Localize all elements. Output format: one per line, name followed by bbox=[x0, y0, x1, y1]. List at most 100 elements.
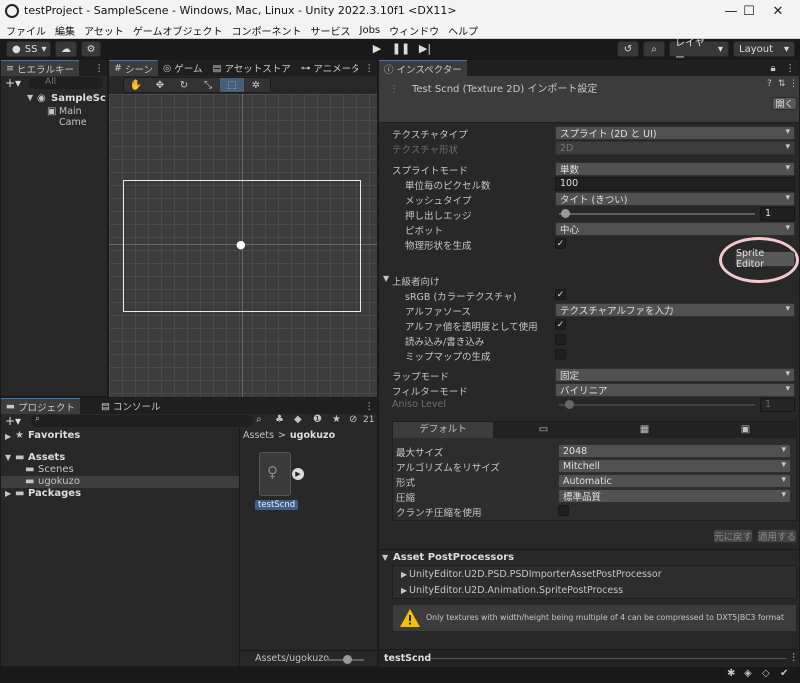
create-button[interactable]: +▾ bbox=[5, 414, 21, 428]
preview-drag-handle[interactable] bbox=[431, 658, 787, 659]
postprocessors-header[interactable]: Asset PostProcessors bbox=[393, 552, 514, 563]
revert-button[interactable]: 元に戻す bbox=[713, 529, 753, 543]
tab-inspector[interactable]: ⓘ インスペクター bbox=[379, 60, 467, 76]
panel-menu-icon[interactable]: ⋮ bbox=[789, 652, 799, 663]
crunch-compression-checkbox[interactable] bbox=[558, 505, 569, 516]
panel-menu-icon[interactable]: ⋮ bbox=[95, 63, 108, 74]
step-button[interactable]: ▶| bbox=[414, 40, 436, 57]
menu-edit[interactable]: 編集 bbox=[55, 23, 75, 38]
search-button[interactable]: ⌕ bbox=[643, 41, 665, 57]
close-button[interactable]: ✕ bbox=[755, 0, 800, 22]
cloud-button[interactable]: ☁ bbox=[55, 41, 77, 57]
transform-tool-icon[interactable]: ✲ bbox=[244, 78, 268, 92]
alpha-source-dropdown[interactable]: テクスチャアルファを入力 bbox=[555, 303, 795, 317]
compression-dropdown[interactable]: 標準品質 bbox=[558, 489, 791, 503]
lock-icon[interactable]: 🔒︎ bbox=[770, 63, 785, 74]
menu-jobs[interactable]: Jobs bbox=[360, 25, 381, 36]
mesh-type-dropdown[interactable]: タイト (きつい) bbox=[555, 192, 795, 206]
pause-button[interactable]: ❚❚ bbox=[390, 40, 412, 57]
tab-hierarchy[interactable]: ≡ ヒエラルキー bbox=[1, 60, 79, 76]
performance-icon[interactable]: ◈ bbox=[744, 668, 752, 679]
pivot-dropdown[interactable]: 中心 bbox=[555, 222, 795, 236]
add-button[interactable]: +▾ bbox=[5, 76, 21, 90]
read-write-checkbox[interactable] bbox=[555, 334, 566, 345]
presets-icon[interactable]: ⇅ bbox=[778, 79, 786, 89]
history-button[interactable]: ↺ bbox=[617, 41, 639, 57]
expand-sprite-button[interactable]: ▶ bbox=[292, 468, 304, 480]
project-search-input[interactable]: ⌕ bbox=[31, 414, 253, 427]
menu-help[interactable]: ヘルプ bbox=[448, 23, 478, 38]
format-dropdown[interactable]: Automatic bbox=[558, 474, 791, 488]
menu-services[interactable]: サービス bbox=[311, 23, 351, 38]
hierarchy-search-input[interactable]: All bbox=[29, 77, 103, 89]
expand-arrow-icon[interactable]: ▼ bbox=[382, 553, 388, 562]
menu-file[interactable]: ファイル bbox=[6, 23, 46, 38]
extrude-slider-knob[interactable] bbox=[561, 209, 570, 218]
resize-algorithm-dropdown[interactable]: Mitchell bbox=[558, 459, 791, 473]
hand-tool-icon[interactable]: ✋ bbox=[124, 78, 148, 92]
rect-tool-icon[interactable]: ⬚ bbox=[220, 78, 244, 92]
tab-scene[interactable]: # シーン bbox=[109, 60, 158, 76]
menu-gameobject[interactable]: ゲームオブジェクト bbox=[133, 23, 223, 38]
postprocessor-item[interactable]: UnityEditor.U2D.Animation.SpritePostProc… bbox=[409, 585, 623, 596]
tab-game[interactable]: ◎ ゲーム bbox=[158, 60, 208, 76]
check-icon[interactable]: ✔ bbox=[780, 668, 788, 679]
account-dropdown[interactable]: ● SS ▾ bbox=[6, 41, 51, 57]
asset-thumbnail[interactable]: ♀ bbox=[259, 452, 291, 496]
menu-component[interactable]: コンポーネント bbox=[232, 23, 302, 38]
tab-project[interactable]: ▬ プロジェクト bbox=[1, 398, 80, 414]
play-button[interactable]: ▶ bbox=[366, 40, 388, 57]
camera-gizmo-icon[interactable]: ● bbox=[236, 238, 246, 251]
pixels-per-unit-input[interactable]: 100 bbox=[555, 177, 795, 191]
menu-window[interactable]: ウィンドウ bbox=[389, 23, 439, 38]
panel-menu-icon[interactable]: ⋮ bbox=[786, 63, 800, 74]
menu-icon[interactable]: ⋮ bbox=[789, 79, 798, 89]
panel-menu-icon[interactable]: ⋮ bbox=[365, 63, 378, 74]
tab-server[interactable]: ▣ bbox=[695, 422, 796, 438]
mipmaps-checkbox[interactable] bbox=[555, 349, 566, 360]
advanced-foldout[interactable]: 上級者向け bbox=[392, 274, 440, 288]
sprite-mode-dropdown[interactable]: 単数 bbox=[555, 162, 795, 176]
tab-console[interactable]: ▤ コンソール bbox=[96, 398, 166, 414]
collapsed-arrow-icon[interactable]: ▶ bbox=[401, 586, 407, 595]
search-by-type-icon[interactable]: ⌕ bbox=[256, 414, 262, 425]
layout-dropdown[interactable]: Layout ▾ bbox=[733, 41, 795, 57]
alpha-transparency-checkbox[interactable]: ✓ bbox=[555, 319, 566, 330]
collapsed-arrow-icon[interactable]: ▶ bbox=[401, 570, 407, 579]
automatic-icon[interactable]: ◇ bbox=[762, 668, 770, 679]
breadcrumb-current[interactable]: ugokuzo bbox=[290, 430, 335, 441]
tab-standalone[interactable]: ▭ bbox=[493, 422, 594, 438]
rotate-tool-icon[interactable]: ↻ bbox=[172, 78, 196, 92]
scene-row[interactable]: ▼ ◉ SampleSc bbox=[1, 93, 107, 106]
physics-shape-checkbox[interactable]: ✓ bbox=[555, 238, 566, 249]
tree-item-favorites[interactable]: ▶ ★ Favorites bbox=[1, 430, 239, 444]
hierarchy-item[interactable]: ▣ Main Came bbox=[1, 106, 107, 128]
tree-item-ugokuzo[interactable]: ▬ ugokuzo bbox=[1, 476, 239, 488]
filter-by-label-icon[interactable]: ◆ bbox=[294, 414, 302, 425]
sprite-editor-button[interactable]: Sprite Editor bbox=[735, 248, 795, 270]
menu-assets[interactable]: アセット bbox=[84, 23, 124, 38]
postprocessor-item[interactable]: UnityEditor.U2D.PSD.PSDImporterAssetPost… bbox=[409, 569, 662, 580]
tab-webgl[interactable]: ▦ bbox=[594, 422, 695, 438]
info-icon[interactable]: ❶ bbox=[313, 414, 322, 425]
favorite-star-icon[interactable]: ★ bbox=[332, 414, 341, 425]
wrap-mode-dropdown[interactable]: 固定 bbox=[555, 368, 795, 382]
tree-item-packages[interactable]: ▶ ▬ Packages bbox=[1, 488, 239, 500]
scale-tool-icon[interactable]: ⤡ bbox=[196, 78, 220, 92]
open-button[interactable]: 開く bbox=[772, 97, 797, 110]
move-tool-icon[interactable]: ✥ bbox=[148, 78, 172, 92]
extrude-input[interactable]: 1 bbox=[760, 207, 795, 221]
tree-item-scenes[interactable]: ▬ Scenes bbox=[1, 464, 239, 476]
slider-knob[interactable] bbox=[343, 655, 352, 664]
extrude-slider[interactable] bbox=[559, 213, 755, 215]
bug-icon[interactable]: ✱ bbox=[727, 668, 735, 679]
filter-by-type-icon[interactable]: ♣ bbox=[275, 414, 284, 425]
tab-default[interactable]: デフォルト bbox=[393, 422, 493, 438]
apply-button[interactable]: 適用する bbox=[757, 529, 797, 543]
layers-dropdown[interactable]: レイヤー▾ bbox=[669, 38, 729, 64]
tab-animator[interactable]: ⊶アニメーター bbox=[296, 60, 358, 76]
max-size-dropdown[interactable]: 2048 bbox=[558, 444, 791, 458]
panel-menu-icon[interactable]: ⋮ bbox=[365, 401, 378, 412]
breadcrumb-assets[interactable]: Assets bbox=[243, 430, 274, 441]
filter-mode-dropdown[interactable]: バイリニア bbox=[555, 383, 795, 397]
